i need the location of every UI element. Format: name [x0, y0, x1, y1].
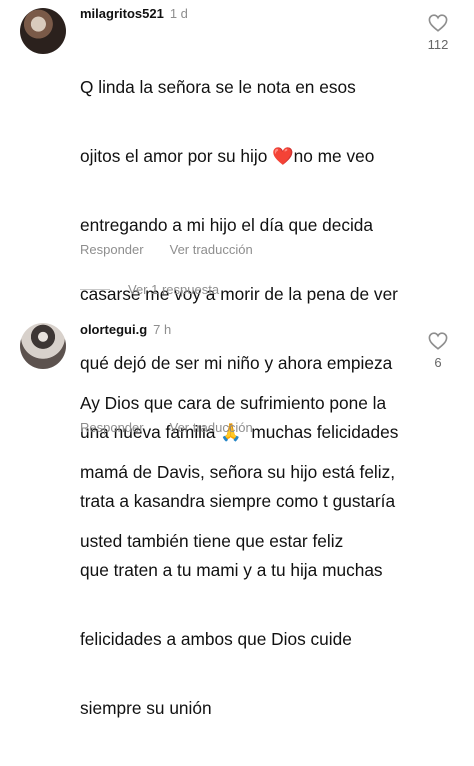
comment-line: usted también tiene que estar feliz	[80, 531, 344, 551]
view-replies-label[interactable]: Ver 1 respuesta	[128, 282, 219, 297]
avatar[interactable]	[20, 8, 66, 54]
comment-line: mamá de Davis, señora su hijo está feliz…	[80, 462, 396, 482]
reply-button[interactable]: Responder	[80, 420, 144, 435]
view-replies-button[interactable]: Ver 1 respuesta	[80, 282, 219, 297]
like-count: 112	[427, 37, 449, 52]
like-button[interactable]: 6	[424, 332, 452, 370]
comment-line: felicidades a ambos que Dios cuide	[80, 629, 352, 649]
translate-button[interactable]: Ver traducción	[170, 420, 253, 435]
comment-line: Q linda la señora se le nota en esos	[80, 77, 356, 97]
comment-meta: milagritos521 1 d	[80, 6, 188, 21]
reply-button[interactable]: Responder	[80, 242, 144, 257]
comment-line: siempre su unión	[80, 698, 212, 718]
like-count: 6	[434, 355, 442, 370]
timestamp: 1 d	[169, 6, 188, 21]
translate-button[interactable]: Ver traducción	[170, 242, 253, 257]
timestamp: 7 h	[153, 322, 172, 337]
username[interactable]: milagritos521	[80, 6, 164, 21]
comment-line: entregando a mi hijo el día que decida	[80, 215, 374, 235]
username[interactable]: olortegui.g	[80, 322, 147, 337]
heart-outline-icon[interactable]	[428, 14, 448, 32]
comment-actions: Responder Ver traducción	[80, 242, 279, 257]
comment-text: Ay Dios que cara de sufrimiento pone la …	[80, 346, 395, 599]
comment-meta: olortegui.g 7 h	[80, 322, 171, 337]
comment-line: Ay Dios que cara de sufrimiento pone la	[80, 393, 387, 413]
comment-actions: Responder Ver traducción	[80, 420, 279, 435]
comment-line: ojitos el amor por su hijo ❤️no me veo	[80, 146, 375, 166]
replies-divider	[80, 289, 110, 290]
avatar[interactable]	[20, 323, 66, 369]
like-button[interactable]: 112	[424, 14, 452, 52]
heart-outline-icon[interactable]	[428, 332, 448, 350]
